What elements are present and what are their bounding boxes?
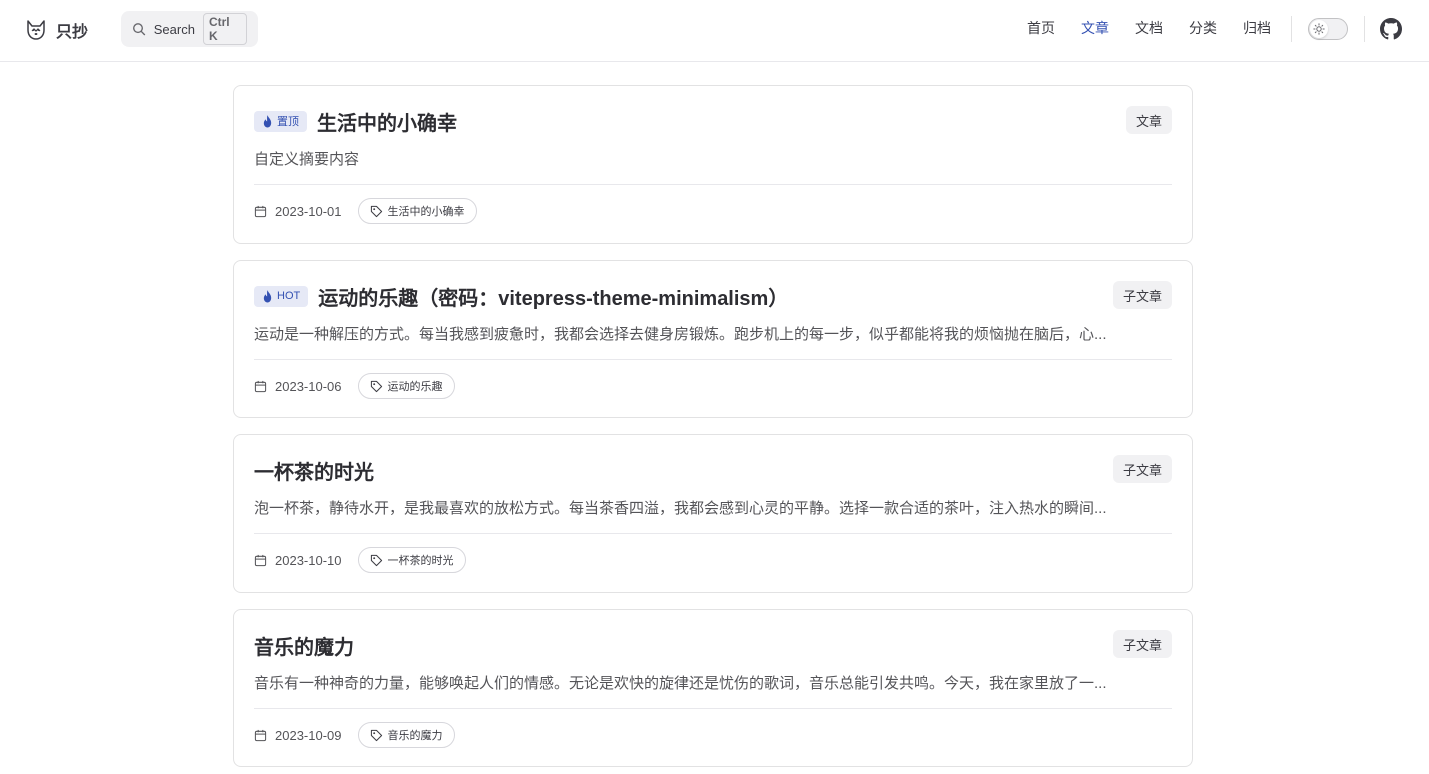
nav-item-archive[interactable]: 归档 [1243,18,1271,38]
husky-logo-icon [27,20,45,40]
nav-item-home[interactable]: 首页 [1027,18,1055,38]
post-date-text: 2023-10-06 [275,378,342,394]
tag-icon [370,729,382,741]
tag-icon [370,554,382,566]
hot-badge: HOT [254,285,309,307]
post-tag[interactable]: 一杯茶的时光 [357,547,466,573]
search-label: Search [153,21,195,37]
card-divider [254,184,1172,185]
post-meta: 2023-10-01 生活中的小确幸 [254,198,477,224]
post-card[interactable]: 置顶 生活中的小确幸 文章 自定义摘要内容 2023-10-01 生活中的小确幸 [233,85,1193,244]
post-meta: 2023-10-09 音乐的魔力 [254,722,455,748]
nav-divider [1291,16,1292,42]
tag-icon [370,380,382,392]
post-tag-label: 一杯茶的时光 [387,555,454,567]
nav-divider [1364,16,1365,42]
post-date-text: 2023-10-01 [275,203,342,219]
post-date: 2023-10-06 [254,379,342,394]
nav-item-articles[interactable]: 文章 [1081,18,1109,38]
fire-icon [263,114,272,127]
post-excerpt: 自定义摘要内容 [254,151,360,168]
card-divider [254,708,1172,709]
sun-icon [1313,23,1325,35]
search-button[interactable]: Search Ctrl K [121,11,258,47]
card-divider [254,359,1172,360]
post-title[interactable]: 运动的乐趣（密码：vitepress-theme-minimalism） [318,282,788,311]
post-card[interactable]: 一杯茶的时光 子文章 泡一杯茶，静待水开，是我最喜欢的放松方式。每当茶香四溢，我… [233,434,1193,593]
theme-toggle-knob [1310,20,1328,38]
post-date-text: 2023-10-10 [275,552,342,568]
category-badge[interactable]: 文章 [1125,106,1172,134]
post-card[interactable]: 音乐的魔力 子文章 音乐有一种神奇的力量，能够唤起人们的情感。无论是欢快的旋律还… [233,609,1193,767]
post-excerpt: 音乐有一种神奇的力量，能够唤起人们的情感。无论是欢快的旋律还是忧伤的歌词，音乐总… [254,675,1107,692]
tag-icon [370,205,382,217]
post-excerpt: 运动是一种解压的方式。每当我感到疲惫时，我都会选择去健身房锻炼。跑步机上的每一步… [254,326,1107,343]
post-header: HOT 运动的乐趣（密码：vitepress-theme-minimalism） [254,282,788,310]
search-icon [133,23,146,36]
post-date: 2023-10-10 [254,553,342,568]
top-navbar: 只抄 Search Ctrl K 首页 文章 文档 分类 归档 [0,0,1429,62]
nav-item-categories[interactable]: 分类 [1189,18,1217,38]
nav-item-docs[interactable]: 文档 [1135,18,1163,38]
post-tag[interactable]: 生活中的小确幸 [357,198,477,224]
fire-icon [263,289,272,302]
post-tag-label: 生活中的小确幸 [387,206,465,218]
theme-toggle[interactable] [1308,18,1348,40]
post-date: 2023-10-01 [254,204,342,219]
post-header: 音乐的魔力 [254,631,354,659]
brand-title: 只抄 [56,24,89,41]
badge-label: HOT [277,290,301,302]
category-badge[interactable]: 子文章 [1112,630,1172,658]
post-tag-label: 音乐的魔力 [387,730,443,742]
post-header: 置顶 生活中的小确幸 [254,107,457,135]
post-meta: 2023-10-10 一杯茶的时光 [254,547,466,573]
category-badge[interactable]: 子文章 [1112,455,1172,483]
card-divider [254,533,1172,534]
post-tag[interactable]: 音乐的魔力 [357,722,455,748]
post-tag-label: 运动的乐趣 [387,381,443,393]
post-meta: 2023-10-06 运动的乐趣 [254,373,455,399]
calendar-icon [254,554,267,566]
post-title[interactable]: 生活中的小确幸 [317,107,457,136]
search-shortcut: Ctrl K [202,13,247,45]
main-nav: 首页 文章 文档 分类 归档 [1027,18,1271,38]
brand-link[interactable]: 只抄 [24,16,88,44]
post-date-text: 2023-10-09 [275,727,342,743]
github-icon[interactable] [1380,18,1402,40]
badge-label: 置顶 [277,116,299,128]
post-tag[interactable]: 运动的乐趣 [357,373,455,399]
pinned-badge: 置顶 [254,110,307,132]
post-header: 一杯茶的时光 [254,456,374,484]
calendar-icon [254,205,267,217]
calendar-icon [254,729,267,741]
post-excerpt: 泡一杯茶，静待水开，是我最喜欢的放松方式。每当茶香四溢，我都会感到心灵的平静。选… [254,500,1107,517]
post-date: 2023-10-09 [254,728,342,743]
post-title[interactable]: 音乐的魔力 [254,631,354,660]
category-badge[interactable]: 子文章 [1112,281,1172,309]
post-card[interactable]: HOT 运动的乐趣（密码：vitepress-theme-minimalism）… [233,260,1193,418]
calendar-icon [254,380,267,392]
post-title[interactable]: 一杯茶的时光 [254,456,374,485]
